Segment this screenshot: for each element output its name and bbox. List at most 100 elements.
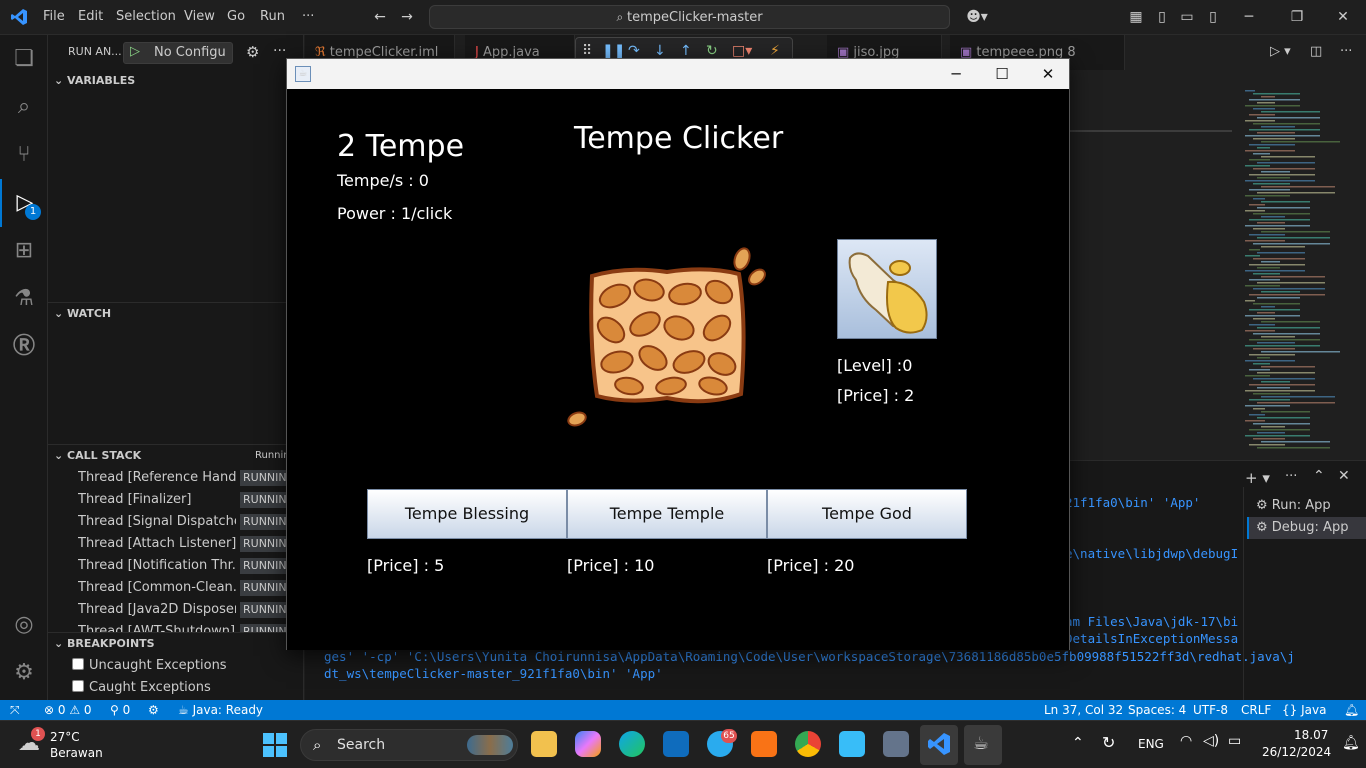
call-stack-thread[interactable]: Thread [Attach Listener] RUNNING — [48, 533, 303, 555]
breakpoint-checkbox[interactable] — [72, 658, 84, 670]
sync-icon[interactable]: ↻ — [1102, 733, 1115, 752]
cursor-position[interactable]: Ln 37, Col 32 — [1044, 700, 1123, 720]
command-center-search[interactable]: ⌕ tempeClicker-master — [429, 5, 950, 29]
file-explorer-icon[interactable] — [531, 731, 557, 757]
start-button[interactable] — [263, 733, 287, 757]
encoding[interactable]: UTF-8 — [1193, 700, 1228, 720]
terminal-session-run[interactable]: ⚙ Run: App — [1250, 495, 1366, 517]
photos-icon[interactable] — [883, 731, 909, 757]
more-actions-icon[interactable]: ··· — [273, 43, 286, 59]
call-stack-thread[interactable]: Thread [Reference Handl... RUNNING — [48, 467, 303, 489]
ports-indicator[interactable]: ⚲ 0 — [110, 700, 130, 720]
notifications-bell-icon[interactable]: 🔔︎ — [1344, 700, 1359, 720]
testing-icon[interactable]: ⚗ — [0, 275, 48, 323]
indentation[interactable]: Spaces: 4 — [1128, 700, 1186, 720]
weather-widget[interactable]: ☁ 1 27°C Berawan — [16, 727, 106, 763]
minimize-icon[interactable]: ─ — [1240, 8, 1258, 26]
run-debug-icon[interactable]: ▷ — [0, 179, 48, 227]
account-icon[interactable]: ◎ — [0, 601, 48, 649]
java-app-taskbar-active[interactable]: ☕ — [964, 725, 1002, 765]
minimap-line — [1245, 270, 1305, 272]
debug-settings-gear-icon[interactable]: ⚙ — [246, 43, 259, 61]
toggle-panel-icon[interactable]: ▭ — [1178, 8, 1196, 26]
minimap-line — [1257, 117, 1320, 119]
copilot-icon[interactable]: ☻▾ — [964, 8, 990, 26]
call-stack-thread[interactable]: Thread [Java2D Disposer] RUNNING — [48, 599, 303, 621]
split-editor-icon[interactable]: ◫ — [1310, 44, 1322, 59]
explorer-icon[interactable]: ❏ — [0, 35, 48, 83]
call-stack-thread[interactable]: Thread [Common-Clean... RUNNING — [48, 577, 303, 599]
debug-indicator-icon[interactable]: ⚙ — [148, 700, 159, 720]
battery-icon[interactable]: ▭ — [1228, 733, 1241, 749]
more-actions-icon[interactable]: ··· — [1285, 469, 1297, 484]
notification-center-icon[interactable]: 🔔︎ — [1342, 735, 1360, 751]
minimap-line — [1245, 120, 1275, 122]
close-icon[interactable]: ✕ — [1025, 59, 1071, 89]
menu-edit[interactable]: Edit — [78, 9, 103, 24]
customize-layout-icon[interactable]: ▦ — [1127, 8, 1145, 26]
close-icon[interactable]: ✕ — [1334, 8, 1352, 26]
upgrade-power-button[interactable] — [837, 239, 937, 339]
volume-icon[interactable]: ◁) — [1203, 733, 1219, 749]
menu-run[interactable]: Run — [260, 9, 285, 24]
maximize-panel-icon[interactable]: ⌃ — [1313, 468, 1325, 484]
clock-time[interactable]: 18.07 — [1294, 728, 1328, 742]
start-debug-icon[interactable]: ▷ — [130, 44, 140, 59]
outlook-icon[interactable] — [663, 731, 689, 757]
call-stack-thread[interactable]: Thread [Signal Dispatcher] RUNNING — [48, 511, 303, 533]
tempe-cookie-button[interactable] — [567, 244, 767, 434]
settings-gear-icon[interactable]: ⚙ — [0, 649, 48, 697]
show-hidden-icons-chevron-icon[interactable]: ⌃ — [1072, 735, 1084, 751]
menu-more[interactable]: ··· — [302, 9, 314, 24]
maximize-icon[interactable]: ☐ — [979, 59, 1025, 89]
edge-browser-icon[interactable] — [619, 731, 645, 757]
toggle-secondary-sidebar-icon[interactable]: ▯ — [1204, 8, 1222, 26]
tempe-temple-button[interactable]: Tempe Temple — [567, 489, 767, 539]
more-actions-icon[interactable]: ··· — [1340, 44, 1352, 59]
xampp-icon[interactable] — [751, 731, 777, 757]
r-extension-icon[interactable]: Ⓡ — [0, 323, 48, 371]
end-of-line[interactable]: CRLF — [1241, 700, 1271, 720]
toggle-sidebar-icon[interactable]: ▯ — [1153, 8, 1171, 26]
copilot-app-icon[interactable] — [575, 731, 601, 757]
menu-file[interactable]: File — [43, 9, 65, 24]
back-arrow-icon[interactable]: ← — [371, 8, 389, 26]
clock-date[interactable]: 26/12/2024 — [1262, 745, 1331, 759]
debug-config-select[interactable]: ▷ No Configu — [123, 42, 233, 64]
call-stack-thread[interactable]: Thread [Finalizer] RUNNING — [48, 489, 303, 511]
new-terminal-icon[interactable]: + ▾ — [1245, 469, 1270, 487]
breakpoint-uncaught-exceptions[interactable]: Uncaught Exceptions — [72, 655, 227, 677]
tempe-god-button[interactable]: Tempe God — [767, 489, 967, 539]
chrome-icon[interactable] — [795, 731, 821, 757]
minimize-icon[interactable]: ─ — [933, 59, 979, 89]
call-stack-thread[interactable]: Thread [Notification Thr... RUNNING — [48, 555, 303, 577]
menu-view[interactable]: View — [184, 9, 215, 24]
language-mode[interactable]: {} Java — [1282, 700, 1326, 720]
search-icon[interactable]: ⌕ — [0, 83, 48, 131]
input-language[interactable]: ENG — [1138, 737, 1164, 751]
minimap-line — [1257, 267, 1280, 269]
extensions-icon[interactable]: ⊞ — [0, 227, 48, 275]
breakpoint-checkbox[interactable] — [72, 680, 84, 692]
breakpoint-caught-exceptions[interactable]: Caught Exceptions — [72, 677, 211, 699]
remote-indicator-icon[interactable]: ⤧ — [10, 700, 20, 720]
source-control-icon[interactable]: ⑂ — [0, 131, 48, 179]
breakpoints-section-header[interactable]: ⌄ BREAKPOINTS — [48, 633, 303, 655]
forward-arrow-icon[interactable]: → — [398, 8, 416, 26]
call-stack-section-header[interactable]: ⌄ CALL STACK Running — [48, 445, 303, 467]
vscode-taskbar-active[interactable] — [920, 725, 958, 765]
taskbar-search-box[interactable]: ⌕ Search — [300, 729, 518, 761]
watch-section-header[interactable]: ⌄ WATCH — [48, 303, 303, 325]
wifi-icon[interactable]: ◠ — [1180, 733, 1192, 749]
tempe-blessing-button[interactable]: Tempe Blessing — [367, 489, 567, 539]
menu-go[interactable]: Go — [227, 9, 245, 24]
java-status[interactable]: ☕ Java: Ready — [178, 700, 263, 720]
problems-indicator[interactable]: ⊗ 0 ⚠ 0 — [44, 700, 92, 720]
menu-selection[interactable]: Selection — [116, 9, 176, 24]
variables-section-header[interactable]: ⌄ VARIABLES — [48, 70, 303, 92]
terminal-session-debug[interactable]: ⚙ Debug: App — [1247, 517, 1366, 539]
close-panel-icon[interactable]: ✕ — [1338, 468, 1350, 484]
notepad-icon[interactable] — [839, 731, 865, 757]
run-java-icon[interactable]: ▷ ▾ — [1270, 44, 1291, 59]
restore-icon[interactable]: ❐ — [1288, 8, 1306, 26]
